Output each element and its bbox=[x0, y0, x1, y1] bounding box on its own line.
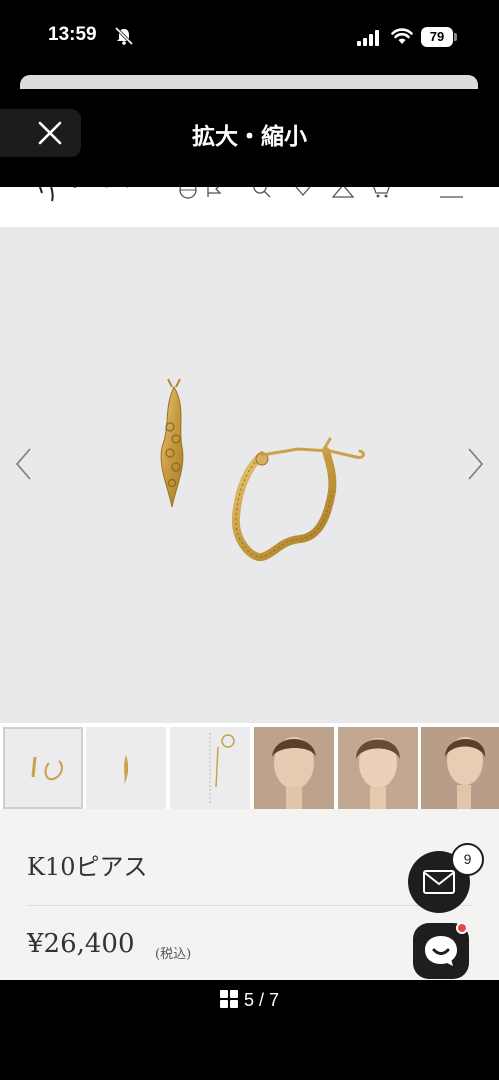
modal-title: 拡大・縮小 bbox=[192, 124, 307, 150]
bell-off-icon bbox=[114, 27, 134, 45]
header-icons bbox=[179, 187, 463, 199]
thumbnail-strip bbox=[0, 727, 499, 809]
heart-icon bbox=[295, 187, 311, 196]
mail-icon bbox=[423, 870, 455, 894]
thumbnail-earring-dimensions-image bbox=[209, 733, 235, 803]
wifi-icon bbox=[391, 28, 413, 44]
grid-icon bbox=[219, 990, 238, 1008]
status-time: 13:59 bbox=[48, 24, 97, 45]
zoomed-page[interactable]: K10ピアス ¥26,400 (税込) 9 bbox=[0, 187, 499, 980]
modal-header: 拡大・縮小 bbox=[0, 89, 499, 187]
mail-count-badge: 9 bbox=[451, 843, 484, 876]
thumbnail-5[interactable] bbox=[338, 727, 418, 809]
product-price: ¥26,400 bbox=[27, 929, 135, 959]
site-header bbox=[0, 187, 499, 227]
image-pager[interactable]: 5 / 7 bbox=[0, 990, 499, 1011]
divider bbox=[27, 905, 472, 906]
thumbnail-model-image bbox=[338, 727, 418, 809]
signal-icon bbox=[357, 30, 379, 46]
thumbnail-earring-side-image bbox=[124, 755, 129, 785]
thumbnail-3[interactable] bbox=[170, 727, 250, 809]
account-icon bbox=[331, 187, 355, 198]
product-main-image[interactable] bbox=[0, 227, 499, 723]
previous-image-arrow-icon[interactable] bbox=[14, 447, 34, 481]
next-image-arrow-icon[interactable] bbox=[465, 447, 485, 481]
product-title: K10ピアス bbox=[27, 853, 148, 881]
pager-label: 5 / 7 bbox=[243, 990, 280, 1010]
battery-icon: 79 bbox=[421, 27, 457, 47]
thumbnail-2[interactable] bbox=[86, 727, 166, 809]
cart-icon bbox=[373, 187, 390, 194]
thumbnail-1[interactable] bbox=[3, 727, 83, 809]
earring-image bbox=[160, 378, 365, 562]
bottom-bar: 5 / 7 bbox=[0, 980, 499, 1080]
thumbnail-6[interactable] bbox=[421, 727, 499, 809]
screen: 13:59 79 拡大・縮小 K10ピアス ¥26,400 (税込) 9 5 /… bbox=[0, 0, 499, 1080]
brand-logo bbox=[38, 187, 128, 202]
status-bar: 13:59 79 bbox=[0, 0, 499, 70]
flag-icon bbox=[207, 187, 222, 197]
thumbnail-model-image bbox=[254, 727, 334, 809]
battery-level: 79 bbox=[421, 27, 453, 47]
globe-icon bbox=[179, 187, 197, 199]
chat-notification-dot bbox=[456, 922, 468, 934]
thumbnail-earring-image bbox=[31, 756, 63, 781]
thumbnail-4[interactable] bbox=[254, 727, 334, 809]
thumbnail-model-image bbox=[421, 727, 499, 809]
sheet-handle bbox=[20, 75, 478, 89]
battery-tip bbox=[454, 33, 457, 41]
tax-note: (税込) bbox=[155, 947, 192, 962]
